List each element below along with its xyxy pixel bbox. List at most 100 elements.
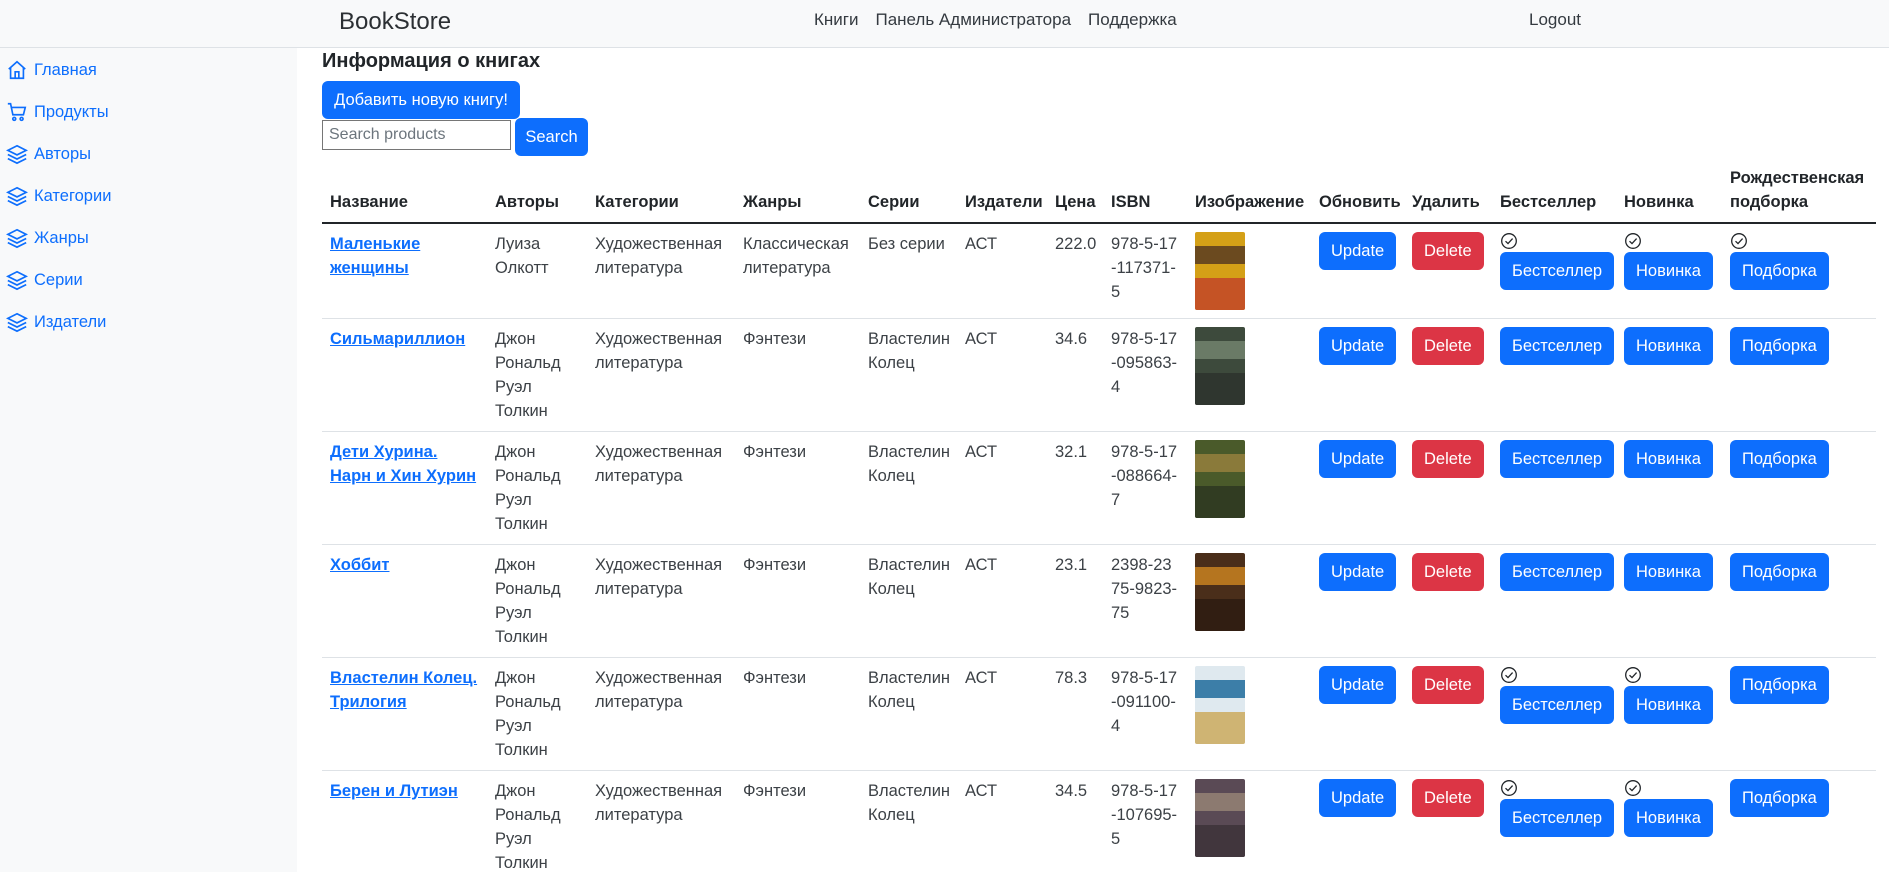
delete-button[interactable]: Delete (1412, 553, 1484, 591)
add-book-button[interactable]: Добавить новую книгу! (322, 81, 520, 119)
book-genre-cell: Фэнтези (735, 770, 860, 872)
new-button[interactable]: Новинка (1624, 327, 1713, 365)
book-isbn-cell: 978-5-17-088664-7 (1103, 431, 1187, 545)
table-row: Хоббит Джон Рональд Руэл Толкин Художестве… (322, 544, 1876, 658)
check-circle-icon (1500, 779, 1518, 797)
sidebar-item-genres[interactable]: Жанры (6, 226, 89, 250)
collection-cell: Подборка (1722, 431, 1876, 545)
update-cell: Update (1311, 770, 1404, 872)
delete-cell: Delete (1404, 431, 1492, 545)
collection-button[interactable]: Подборка (1730, 779, 1829, 817)
bestseller-cell: Бестселлер (1492, 223, 1616, 319)
update-button[interactable]: Update (1319, 327, 1397, 365)
new-cell: Новинка (1616, 657, 1722, 771)
collection-button[interactable]: Подборка (1730, 252, 1829, 290)
header-update: Обновить (1311, 160, 1404, 224)
logout-link[interactable]: Logout (1529, 10, 1581, 30)
book-title-link[interactable]: Маленькие женщины (330, 235, 420, 277)
header-publishers: Издатели (957, 160, 1047, 224)
bestseller-button[interactable]: Бестселлер (1500, 799, 1615, 837)
brand-logo[interactable]: BookStore (339, 8, 451, 36)
book-title-link[interactable]: Сильмариллион (330, 330, 465, 348)
bestseller-button[interactable]: Бестселлер (1500, 252, 1615, 290)
nav-link-admin-panel[interactable]: Панель Администратора (875, 10, 1071, 30)
book-category-cell: Художественная литература (587, 431, 735, 545)
book-title-link[interactable]: Хоббит (330, 556, 389, 574)
bestseller-cell: Бестселлер (1492, 657, 1616, 771)
update-button[interactable]: Update (1319, 553, 1397, 591)
nav-links: Книги Панель Администратора Поддержка (814, 10, 1177, 30)
nav-link-support[interactable]: Поддержка (1088, 10, 1177, 30)
new-button[interactable]: Новинка (1624, 799, 1713, 837)
nav-link-books[interactable]: Книги (814, 10, 858, 30)
book-cover-image (1195, 553, 1245, 631)
book-series-cell: Властелин Колец (860, 544, 957, 658)
sidebar-item-label: Главная (34, 60, 97, 79)
book-isbn-cell: 978-5-17-107695-5 (1103, 770, 1187, 872)
book-price-cell: 23.1 (1047, 544, 1103, 658)
delete-button[interactable]: Delete (1412, 666, 1484, 704)
bestseller-button[interactable]: Бестселлер (1500, 686, 1615, 724)
update-cell: Update (1311, 657, 1404, 771)
table-row: Маленькие женщины Луиза Олкотт Художествен… (322, 223, 1876, 319)
sidebar-item-authors[interactable]: Авторы (6, 142, 91, 166)
update-button[interactable]: Update (1319, 440, 1397, 478)
search-button[interactable]: Search (515, 118, 588, 156)
collection-button[interactable]: Подборка (1730, 553, 1829, 591)
sidebar-item-label: Жанры (34, 228, 89, 247)
update-button[interactable]: Update (1319, 779, 1397, 817)
delete-button[interactable]: Delete (1412, 779, 1484, 817)
delete-button[interactable]: Delete (1412, 232, 1484, 270)
new-cell: Новинка (1616, 770, 1722, 872)
book-title-link[interactable]: Властелин Колец. Трилогия (330, 669, 477, 711)
new-button[interactable]: Новинка (1624, 440, 1713, 478)
new-button[interactable]: Новинка (1624, 686, 1713, 724)
sidebar-item-home[interactable]: Главная (6, 58, 97, 82)
sidebar-item-products[interactable]: Продукты (6, 100, 109, 124)
header-price: Цена (1047, 160, 1103, 224)
update-button[interactable]: Update (1319, 232, 1397, 270)
bestseller-button[interactable]: Бестселлер (1500, 327, 1615, 365)
new-button[interactable]: Новинка (1624, 252, 1713, 290)
book-name-cell: Маленькие женщины (322, 223, 487, 319)
delete-button[interactable]: Delete (1412, 440, 1484, 478)
header-categories: Категории (587, 160, 735, 224)
book-genre-cell: Фэнтези (735, 544, 860, 658)
table-row: Властелин Колец. Трилогия Джон Рональд Ру… (322, 657, 1876, 771)
header-christmas-collection: Рождественская подборка (1722, 160, 1876, 224)
search-input[interactable] (322, 120, 511, 150)
bestseller-button[interactable]: Бестселлер (1500, 440, 1615, 478)
header-name: Название (322, 160, 487, 224)
sidebar-item-label: Издатели (34, 312, 107, 331)
new-button[interactable]: Новинка (1624, 553, 1713, 591)
book-price-cell: 34.5 (1047, 770, 1103, 872)
book-image-cell (1187, 223, 1311, 319)
book-title-link[interactable]: Дети Хурина. Нарн и Хин Хурин (330, 443, 476, 485)
update-cell: Update (1311, 318, 1404, 432)
book-series-cell: Властелин Колец (860, 770, 957, 872)
collection-button[interactable]: Подборка (1730, 440, 1829, 478)
book-genre-cell: Классическая литература (735, 223, 860, 319)
update-cell: Update (1311, 223, 1404, 319)
check-circle-icon (1624, 666, 1642, 684)
book-publisher-cell: АСТ (957, 223, 1047, 319)
sidebar-item-publishers[interactable]: Издатели (6, 310, 106, 334)
book-image-cell (1187, 770, 1311, 872)
book-name-cell: Дети Хурина. Нарн и Хин Хурин (322, 431, 487, 545)
layers-icon (6, 270, 28, 291)
new-cell: Новинка (1616, 318, 1722, 432)
collection-button[interactable]: Подборка (1730, 327, 1829, 365)
update-button[interactable]: Update (1319, 666, 1397, 704)
book-cover-image (1195, 779, 1245, 857)
bestseller-button[interactable]: Бестселлер (1500, 553, 1615, 591)
collection-button[interactable]: Подборка (1730, 666, 1829, 704)
book-cover-image (1195, 327, 1245, 405)
check-circle-icon (1624, 779, 1642, 797)
book-price-cell: 32.1 (1047, 431, 1103, 545)
sidebar-item-categories[interactable]: Категории (6, 184, 111, 208)
collection-cell: Подборка (1722, 770, 1876, 872)
book-title-link[interactable]: Берен и Лутиэн (330, 782, 458, 800)
book-isbn-cell: 978-5-17-117371-5 (1103, 223, 1187, 319)
sidebar-item-series[interactable]: Серии (6, 268, 83, 292)
delete-button[interactable]: Delete (1412, 327, 1484, 365)
